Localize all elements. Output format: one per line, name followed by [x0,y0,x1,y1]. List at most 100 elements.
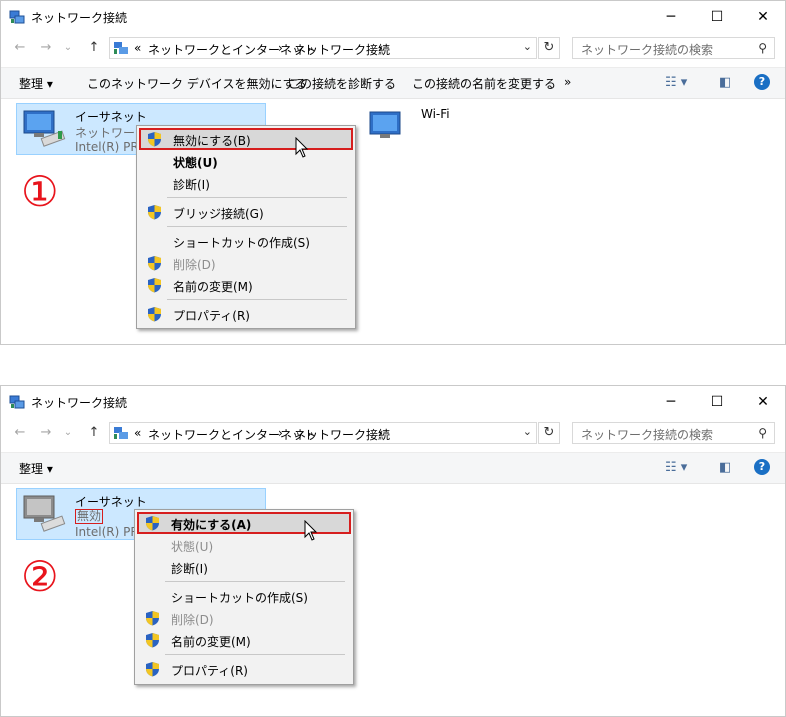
change-view-icon[interactable]: ☷ ▾ [665,460,687,475]
step-marker-1: ① [21,167,59,216]
address-bar[interactable]: « ネットワークとインターネット › ネットワーク接続 › ⌄ [109,37,537,59]
menu-item-delete[interactable]: 削除(D) [137,607,351,629]
back-arrow-icon[interactable]: ← [11,39,29,57]
menu-item-label: 無効にする(B) [173,134,251,148]
breadcrumb-separator[interactable]: › [278,426,283,440]
network-folder-icon [114,42,128,54]
breadcrumb-separator[interactable]: › [378,426,383,440]
menu-item-label: 診断(I) [171,562,208,576]
context-menu-2: 有効にする(A) 状態(U) 診断(I) ショートカットの作成(S) 削除(D)… [134,509,354,685]
search-input[interactable]: ネットワーク接続の検索 ⚲ [572,37,775,59]
search-icon[interactable]: ⚲ [758,426,767,440]
minimize-button[interactable]: ─ [648,386,694,418]
disable-device-button[interactable]: このネットワーク デバイスを無効にする [87,75,307,92]
recent-locations-chevron-icon[interactable]: ⌄ [59,424,77,442]
back-arrow-icon[interactable]: ← [11,424,29,442]
menu-item-enable[interactable]: 有効にする(A) [137,512,351,534]
organize-button[interactable]: 整理 ▾ [19,75,53,92]
ethernet-status: 無効 [75,509,104,524]
close-button[interactable]: ✕ [740,1,785,33]
menu-item-label: 状態(U) [171,540,214,554]
maximize-button[interactable]: ☐ [694,386,740,418]
breadcrumb-separator[interactable]: › [278,41,283,55]
ethernet-adapter-disabled-icon [23,495,66,532]
menu-item-delete[interactable]: 削除(D) [139,252,353,274]
menu-item-label: プロパティ(R) [171,664,248,678]
forward-arrow-icon[interactable]: → [37,39,55,57]
close-button[interactable]: ✕ [740,386,785,418]
menu-item-create-shortcut[interactable]: ショートカットの作成(S) [139,230,353,252]
menu-item-rename[interactable]: 名前の変更(M) [137,629,351,651]
menu-item-label: 状態(U) [173,156,218,170]
search-placeholder: ネットワーク接続の検索 [581,43,714,57]
breadcrumb-separator[interactable]: › [378,41,383,55]
breadcrumb-network-internet[interactable]: ネットワークとインターネット [148,426,316,443]
breadcrumb-network-internet[interactable]: ネットワークとインターネット [148,41,316,58]
shield-icon [148,132,161,147]
help-icon[interactable]: ? [754,459,770,475]
menu-item-label: 名前の変更(M) [171,635,251,649]
recent-locations-chevron-icon[interactable]: ⌄ [59,39,77,57]
menu-item-create-shortcut[interactable]: ショートカットの作成(S) [137,585,351,607]
shield-icon [146,662,159,677]
menu-item-label: ショートカットの作成(S) [171,591,308,605]
menu-item-rename[interactable]: 名前の変更(M) [139,274,353,296]
menu-item-label: 削除(D) [171,613,214,627]
wifi-connection-item[interactable]: Wi-Fi [363,103,563,155]
maximize-button[interactable]: ☐ [694,1,740,33]
menu-separator [165,581,345,582]
menu-item-status[interactable]: 状態(U) [137,534,351,556]
title-bar[interactable]: ネットワーク接続 ─ ☐ ✕ [1,1,785,33]
menu-separator [167,299,347,300]
menu-item-diagnose[interactable]: 診断(I) [139,172,353,194]
organize-button[interactable]: 整理 ▾ [19,460,53,477]
menu-item-label: ショートカットの作成(S) [173,236,310,250]
menu-item-status[interactable]: 状態(U) [139,150,353,172]
menu-item-disable[interactable]: 無効にする(B) [139,128,353,150]
shield-icon [148,307,161,322]
step-marker-2: ② [21,552,59,601]
menu-separator [165,654,345,655]
address-dropdown-icon[interactable]: ⌄ [523,425,532,438]
menu-item-label: プロパティ(R) [173,309,250,323]
rename-button[interactable]: この接続の名前を変更する [412,75,556,92]
preview-pane-icon[interactable]: ◧ [719,460,731,475]
menu-item-properties[interactable]: プロパティ(R) [137,658,351,680]
menu-item-label: 診断(I) [173,178,210,192]
command-bar: 整理 ▾ ☷ ▾ ◧ ? [1,452,785,484]
address-bar[interactable]: « ネットワークとインターネット › ネットワーク接続 › ⌄ [109,422,537,444]
breadcrumb-overflow[interactable]: « [134,426,141,440]
more-commands-button[interactable]: » [564,75,571,89]
change-view-icon[interactable]: ☷ ▾ [665,75,687,90]
help-icon[interactable]: ? [754,74,770,90]
menu-item-label: 削除(D) [173,258,216,272]
breadcrumb-overflow[interactable]: « [134,41,141,55]
shield-icon [148,205,161,220]
title-bar[interactable]: ネットワーク接続 ─ ☐ ✕ [1,386,785,418]
diagnose-button[interactable]: この接続を診断する [288,75,396,92]
shield-icon [146,633,159,648]
up-arrow-icon[interactable]: ↑ [85,39,103,57]
breadcrumb-network-connections[interactable]: ネットワーク接続 [294,41,390,58]
search-icon[interactable]: ⚲ [758,41,767,55]
command-bar: 整理 ▾ このネットワーク デバイスを無効にする この接続を診断する この接続の… [1,67,785,99]
search-input[interactable]: ネットワーク接続の検索 ⚲ [572,422,775,444]
network-folder-icon [114,427,128,439]
forward-arrow-icon[interactable]: → [37,424,55,442]
menu-item-properties[interactable]: プロパティ(R) [139,303,353,325]
ethernet-adapter-icon [23,110,66,147]
network-connections-icon [9,395,25,409]
menu-item-label: 有効にする(A) [171,518,252,532]
preview-pane-icon[interactable]: ◧ [719,75,731,90]
search-placeholder: ネットワーク接続の検索 [581,428,714,442]
menu-separator [167,226,347,227]
menu-item-label: ブリッジ接続(G) [173,207,264,221]
refresh-button[interactable]: ↻ [538,422,560,444]
address-dropdown-icon[interactable]: ⌄ [523,40,532,53]
up-arrow-icon[interactable]: ↑ [85,424,103,442]
breadcrumb-network-connections[interactable]: ネットワーク接続 [294,426,390,443]
minimize-button[interactable]: ─ [648,1,694,33]
menu-item-diagnose[interactable]: 診断(I) [137,556,351,578]
refresh-button[interactable]: ↻ [538,37,560,59]
menu-item-bridge[interactable]: ブリッジ接続(G) [139,201,353,223]
